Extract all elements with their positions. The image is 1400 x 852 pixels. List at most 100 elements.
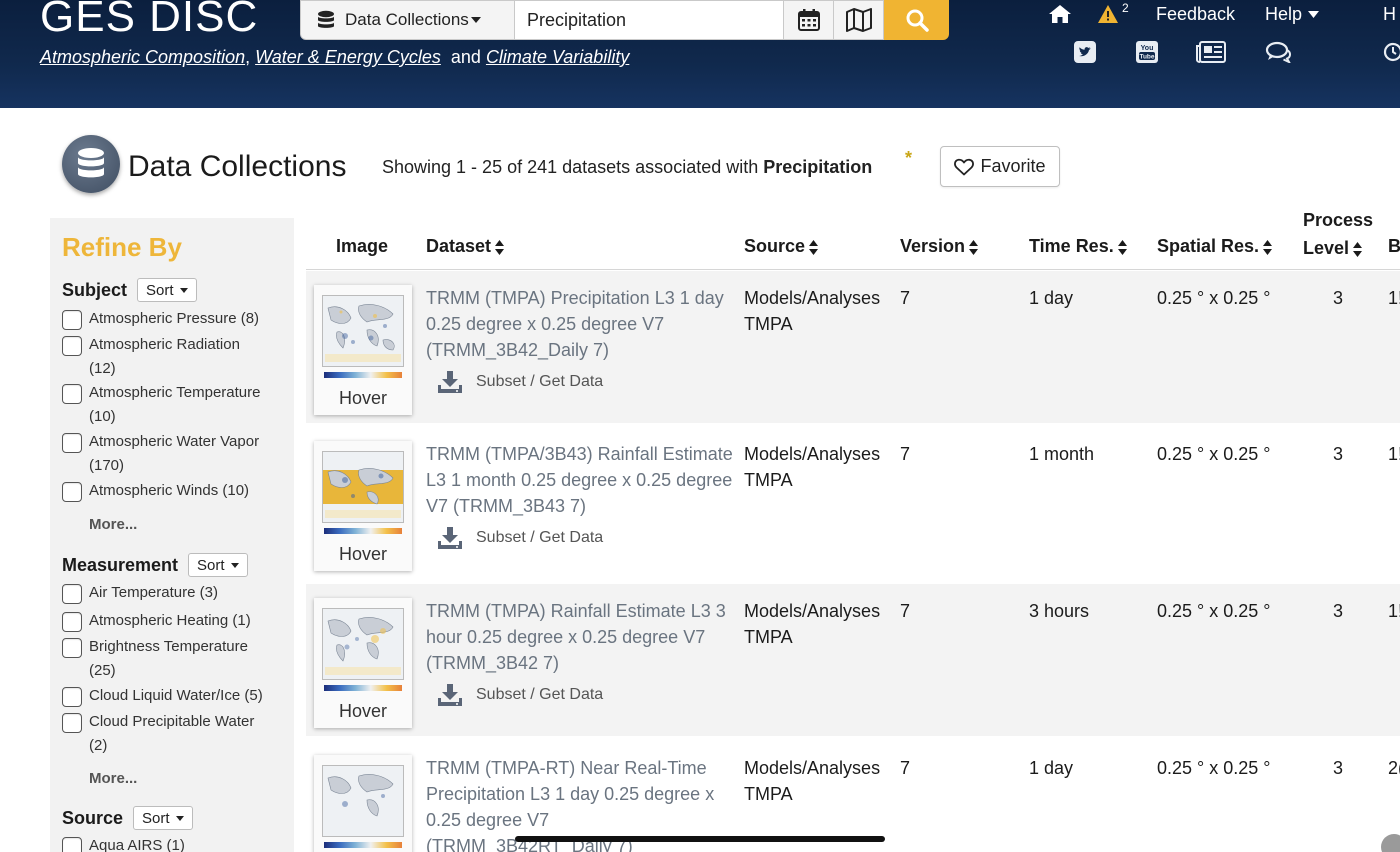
dataset-title-link[interactable]: TRMM (TMPA) Rainfall Estimate L3 3 hour … — [426, 598, 734, 676]
home-indicator-bar[interactable] — [515, 836, 885, 842]
help-menu[interactable]: Help — [1265, 0, 1320, 28]
subset-label: Subset / Get Data — [476, 686, 604, 703]
subset-get-data-link[interactable]: Subset / Get Data — [438, 527, 603, 549]
version-cell: 7 — [900, 288, 911, 308]
level-cell: 3 — [1333, 601, 1344, 621]
checkbox[interactable] — [62, 482, 82, 502]
subject-more-link[interactable]: More... — [89, 516, 137, 533]
facet-item[interactable]: Brightness Temperature (25) — [62, 637, 290, 683]
checkbox[interactable] — [62, 433, 82, 453]
search-submit-button[interactable] — [884, 0, 949, 40]
thumbnail-hover-label: Hover — [338, 701, 387, 721]
search-input[interactable] — [515, 0, 784, 40]
subset-label: Subset / Get Data — [476, 529, 604, 546]
source-cell: Models/Analyses TMPA — [744, 444, 881, 490]
column-time-res-sort[interactable]: Time Res. — [1029, 236, 1127, 257]
facet-item[interactable]: Atmospheric Heating (1) — [62, 611, 290, 633]
checkbox[interactable] — [62, 384, 82, 404]
colorbar-legend — [324, 528, 402, 534]
calendar-button[interactable] — [784, 0, 834, 40]
tagline-link-climate-variability[interactable]: Climate Variability — [486, 47, 629, 67]
spatial-res-cell: 0.25 ° x 0.25 ° — [1157, 758, 1271, 778]
column-version-label: Version — [900, 236, 966, 256]
warning-icon — [1098, 5, 1118, 23]
level-cell: 3 — [1333, 288, 1344, 308]
column-version-sort[interactable]: Version — [900, 236, 979, 257]
dataset-thumbnail[interactable]: Hover — [314, 441, 412, 571]
heart-icon — [954, 158, 975, 175]
favorite-button[interactable]: Favorite — [940, 146, 1060, 187]
alerts-link[interactable]: 2 — [1097, 0, 1129, 28]
subject-sort-button[interactable]: Sort — [137, 278, 197, 302]
dataset-thumbnail[interactable] — [314, 755, 412, 852]
caret-down-icon — [175, 815, 184, 821]
tagline-link-atmospheric-composition[interactable]: Atmospheric Composition — [40, 47, 245, 67]
site-brand[interactable]: GES DISC — [40, 0, 258, 42]
facet-item-label: Atmospheric Water Vapor (170) — [89, 433, 260, 474]
subset-get-data-link[interactable]: Subset / Get Data — [438, 684, 603, 706]
dataset-title-link[interactable]: TRMM (TMPA) Precipitation L3 1 day 0.25 … — [426, 285, 734, 363]
checkbox[interactable] — [62, 612, 82, 632]
checkbox[interactable] — [62, 837, 82, 852]
time-res-cell: 1 day — [1029, 758, 1074, 778]
svg-text:You: You — [1141, 45, 1154, 52]
facet-item[interactable]: Atmospheric Winds (10) — [62, 481, 290, 503]
alerts-count: 2 — [1122, 1, 1129, 15]
login-link[interactable]: H — [1383, 4, 1396, 25]
map-preview-image — [322, 451, 404, 523]
checkbox[interactable] — [62, 687, 82, 707]
dataset-title-link[interactable]: TRMM (TMPA/3B43) Rainfall Estimate L3 1 … — [426, 441, 734, 519]
dataset-thumbnail[interactable]: Hover — [314, 598, 412, 728]
facet-item-label: Cloud Liquid Water/Ice (5) — [89, 687, 263, 704]
home-link[interactable] — [1048, 0, 1072, 28]
youtube-link[interactable]: You Tube — [1135, 40, 1159, 64]
caret-down-icon — [230, 562, 239, 568]
checkbox[interactable] — [62, 638, 82, 658]
checkbox[interactable] — [62, 310, 82, 330]
facet-item[interactable]: Aqua AIRS (1) — [62, 836, 290, 852]
cut-off-cell: 2( — [1388, 758, 1400, 778]
column-dataset-sort[interactable]: Dataset — [426, 236, 505, 257]
topnav-cut-wrap: H — [1383, 0, 1396, 28]
download-icon — [438, 371, 462, 393]
newspaper-icon — [1196, 41, 1226, 63]
facet-item[interactable]: Atmospheric Water Vapor (170) — [62, 432, 290, 478]
column-source-sort[interactable]: Source — [744, 236, 819, 257]
facet-item[interactable]: Atmospheric Pressure (8) — [62, 309, 290, 331]
source-sort-button[interactable]: Sort — [133, 806, 193, 830]
search-scope-dropdown[interactable]: Data Collections — [300, 0, 515, 40]
twitter-link[interactable] — [1073, 40, 1097, 64]
column-process-level-sort[interactable]: Process Level — [1303, 210, 1373, 259]
news-link[interactable] — [1196, 40, 1226, 64]
facet-subject-heading: Subject Sort — [62, 278, 197, 302]
level-cell: 3 — [1333, 758, 1344, 778]
feedback-link[interactable]: Feedback — [1156, 4, 1235, 25]
checkbox[interactable] — [62, 713, 82, 733]
table-row: Hover TRMM (TMPA/3B43) Rainfall Estimate… — [306, 427, 1400, 579]
column-spatial-res-sort[interactable]: Spatial Res. — [1157, 236, 1273, 257]
history-link[interactable] — [1380, 40, 1400, 64]
facet-item[interactable]: Air Temperature (3) — [62, 583, 290, 605]
table-row: Hover TRMM (TMPA) Precipitation L3 1 day… — [306, 271, 1400, 423]
checkbox[interactable] — [62, 584, 82, 604]
subset-get-data-link[interactable]: Subset / Get Data — [438, 371, 603, 393]
column-cut-off[interactable]: B — [1388, 236, 1400, 257]
facet-item[interactable]: Cloud Liquid Water/Ice (5) — [62, 686, 290, 708]
checkbox[interactable] — [62, 336, 82, 356]
facet-item[interactable]: Atmospheric Radiation (12) — [62, 335, 290, 381]
sort-label: Sort — [146, 281, 174, 299]
tagline-link-water-energy[interactable]: Water & Energy Cycles — [255, 47, 441, 67]
facet-item[interactable]: Cloud Precipitable Water (2) — [62, 712, 290, 758]
version-cell: 7 — [900, 601, 911, 621]
dataset-thumbnail[interactable]: Hover — [314, 285, 412, 415]
colorbar-legend — [324, 372, 402, 378]
version-cell: 7 — [900, 758, 911, 778]
refine-sidebar: Refine By Subject Sort Atmospheric Press… — [50, 218, 294, 852]
measurement-more-link[interactable]: More... — [89, 770, 137, 787]
forum-link[interactable] — [1265, 40, 1293, 64]
facet-item[interactable]: Atmospheric Temperature (10) — [62, 383, 290, 429]
measurement-sort-button[interactable]: Sort — [188, 553, 248, 577]
facet-item-label: Brightness Temperature (25) — [89, 638, 248, 679]
column-image: Image — [336, 236, 389, 256]
map-button[interactable] — [834, 0, 884, 40]
